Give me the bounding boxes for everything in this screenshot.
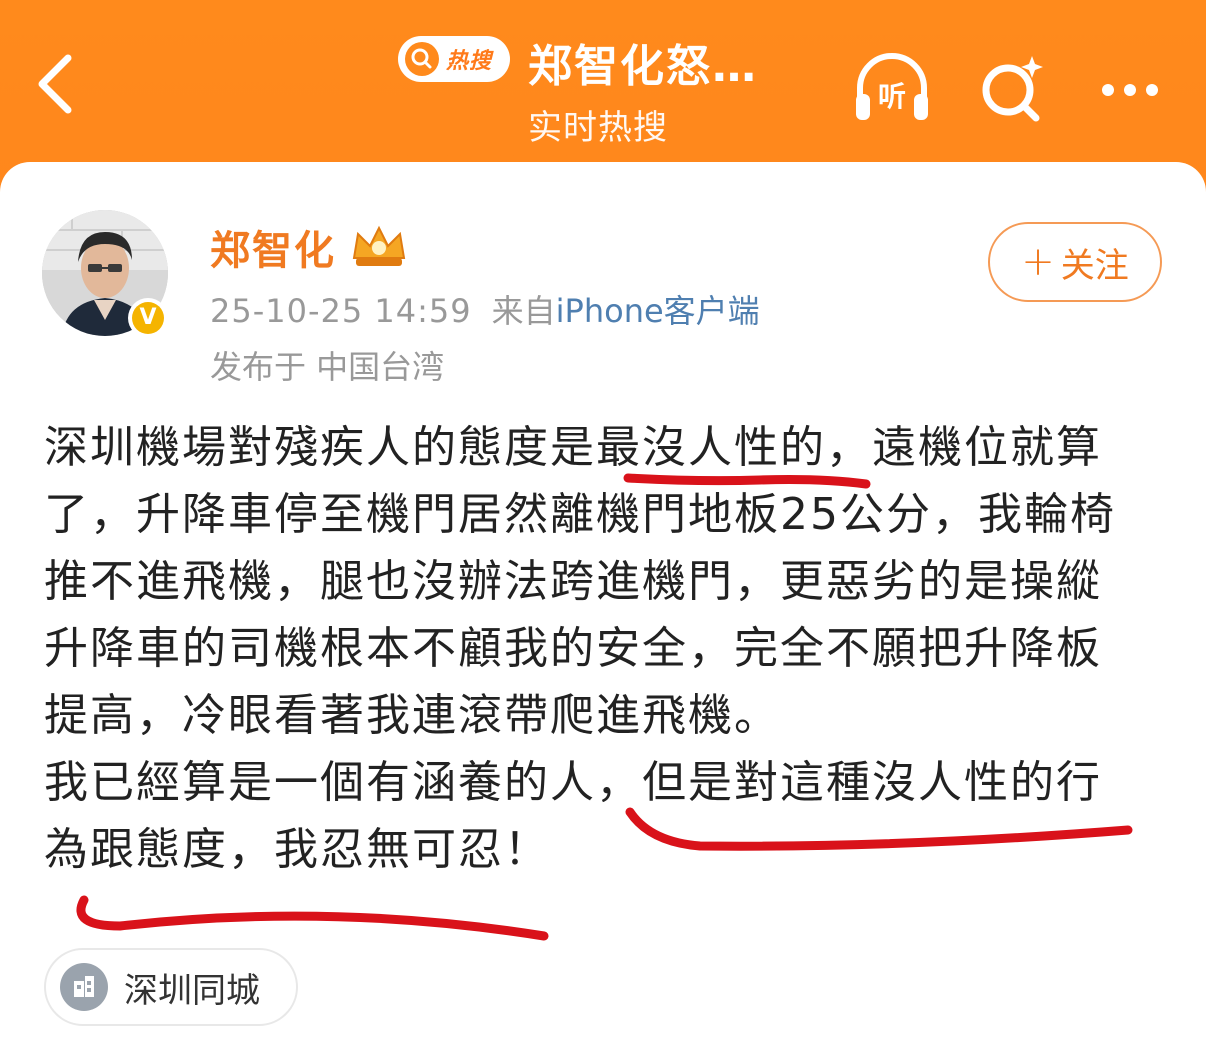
page-title: 郑智化怒…	[528, 41, 758, 92]
post-text-line: 升降車的司機根本不顧我的安全，完全不願把升降板	[44, 623, 1102, 674]
post-meta: 25-10-25 14:59 来自iPhone客户端	[210, 286, 760, 332]
more-button[interactable]	[1090, 48, 1174, 132]
post-text-line: 深圳機場對殘疾人的態度是最沒人性的，遠機位就算	[44, 422, 1102, 473]
post-location: 发布于 中国台湾	[210, 348, 445, 386]
building-icon	[60, 963, 108, 1011]
post-card: V 郑智化 25-10-25 14:59 来自iPhone客户端 发布于 中国台湾…	[0, 162, 1206, 1062]
more-dots-icon	[1102, 84, 1158, 96]
chevron-left-icon	[38, 54, 72, 114]
hot-search-icon	[405, 42, 439, 76]
post-body: 深圳機場對殘疾人的態度是最沒人性的，遠機位就算 了，升降車停至機門居然離機門地板…	[44, 414, 1164, 883]
post-timestamp: 25-10-25 14:59	[210, 292, 472, 330]
post-text-line: 我已經算是一個有涵養的人，但是對這種沒人性的行	[44, 757, 1102, 808]
back-button[interactable]	[28, 48, 88, 118]
author-name[interactable]: 郑智化	[210, 218, 336, 276]
listen-button[interactable]: 听	[850, 46, 934, 130]
follow-button[interactable]: + 关注	[988, 222, 1162, 302]
source-client: iPhone客户端	[555, 292, 760, 330]
underline-mark	[76, 895, 549, 941]
listen-label: 听	[878, 80, 906, 113]
search-sparkle-icon	[982, 56, 1043, 122]
post-text-line: 提高，冷眼看著我連滾帶爬進飛機。	[44, 690, 780, 741]
badge-label: 热搜	[446, 49, 493, 74]
topic-chip[interactable]: 深圳同城	[44, 948, 298, 1026]
search-button[interactable]	[970, 48, 1054, 132]
verified-badge: V	[128, 298, 168, 338]
follow-label: 关注	[1060, 245, 1129, 286]
crown-icon	[352, 225, 406, 266]
post-text-line: 推不進飛機，腿也沒辦法跨進機門，更惡劣的是操縱	[44, 556, 1102, 607]
source-prefix: 来自	[491, 292, 556, 330]
page-subtitle: 实时热搜	[528, 108, 668, 148]
topic-label: 深圳同城	[124, 970, 260, 1011]
verified-v-icon: V	[132, 302, 164, 334]
hot-search-badge: 热搜	[398, 36, 510, 82]
post-text-line: 了，升降車停至機門居然離機門地板25公分，我輪椅	[44, 489, 1116, 540]
top-bar: 热搜 郑智化怒… 实时热搜 听	[0, 0, 1206, 180]
headphones-icon: 听	[856, 53, 928, 120]
plus-icon: +	[1021, 239, 1055, 285]
post-text-line: 為跟態度，我忍無可忍！	[44, 824, 550, 875]
